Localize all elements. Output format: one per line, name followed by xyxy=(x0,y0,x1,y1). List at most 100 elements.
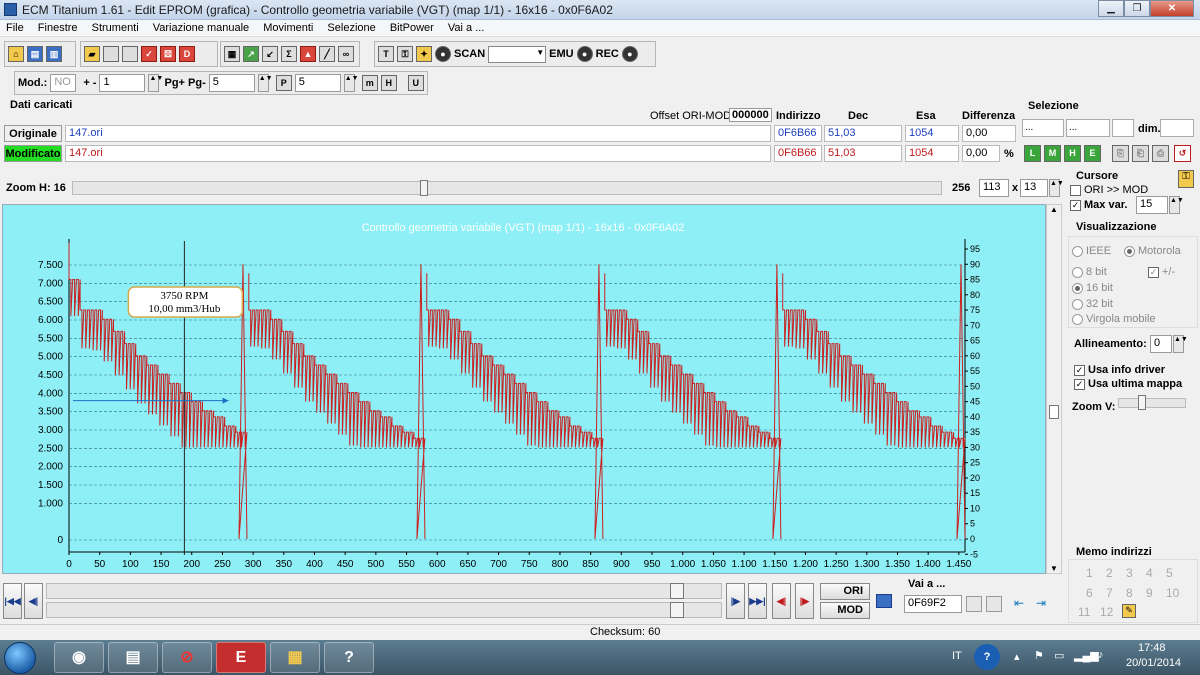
tray-monitor-icon[interactable]: ▭ xyxy=(1054,649,1064,662)
nav-last-icon[interactable]: ▶▶| xyxy=(748,583,767,619)
nav-first-icon[interactable]: |◀◀ xyxy=(3,583,22,619)
selezione-extra-field[interactable] xyxy=(1112,119,1134,137)
driver-icon[interactable]: D xyxy=(179,46,195,62)
p-icon[interactable]: P xyxy=(275,75,292,91)
save-as-icon[interactable] xyxy=(122,46,138,62)
minimize-button[interactable]: ▁ xyxy=(1098,0,1124,17)
selezione-start-field[interactable]: ... xyxy=(1022,119,1064,137)
usa-info-checkbox[interactable]: ✓ xyxy=(1074,365,1085,376)
pg-spinner[interactable]: ▲▼ xyxy=(257,74,273,92)
tray-flag-icon[interactable]: ⚑ xyxy=(1034,649,1044,662)
max-var-spinner[interactable]: ▲▼ xyxy=(1169,196,1184,214)
paste-special-icon[interactable]: ⎙ xyxy=(1152,145,1169,162)
select-h-icon[interactable]: H xyxy=(1064,145,1081,162)
export-icon[interactable]: ↗ xyxy=(243,46,259,62)
select-mid-icon[interactable]: M xyxy=(1044,145,1061,162)
zoom-h-thumb[interactable] xyxy=(420,180,428,196)
tray-volume-icon[interactable]: ♪ xyxy=(1098,649,1104,661)
taskbar-chrome-icon[interactable]: ◉ xyxy=(54,642,104,673)
allineamento-field[interactable]: 0 xyxy=(1150,335,1172,353)
paste-icon[interactable]: ⎗ xyxy=(1132,145,1149,162)
max-var-checkbox[interactable]: ✓ xyxy=(1070,200,1081,211)
select-start-icon[interactable]: L xyxy=(1024,145,1041,162)
modificato-label[interactable]: Modificato xyxy=(4,145,62,162)
dice-icon[interactable]: ⚄ xyxy=(160,46,176,62)
memo-7[interactable]: 7 xyxy=(1106,586,1113,600)
swap-icon[interactable] xyxy=(876,594,892,608)
menu-bitpower[interactable]: BitPower xyxy=(384,20,439,34)
menu-finestre[interactable]: Finestre xyxy=(32,20,83,34)
mod-field[interactable]: NO xyxy=(50,74,77,92)
restore-button[interactable]: ❐ xyxy=(1124,0,1150,17)
nav-hscroll-bottom-thumb[interactable] xyxy=(670,602,684,618)
memo-1[interactable]: 1 xyxy=(1086,566,1093,580)
tray-up-icon[interactable]: ▴ xyxy=(1014,650,1020,663)
emu-label[interactable]: EMU xyxy=(549,48,573,60)
16bit-radio[interactable] xyxy=(1072,283,1083,294)
originale-label[interactable]: Originale xyxy=(4,125,62,142)
memo-11[interactable]: 11 xyxy=(1078,605,1090,619)
memo-6[interactable]: 6 xyxy=(1086,586,1093,600)
save-icon[interactable] xyxy=(103,46,119,62)
nav-hscroll-top[interactable] xyxy=(46,583,722,599)
window-icon[interactable]: ▥ xyxy=(46,46,62,62)
memo-2[interactable]: 2 xyxy=(1106,566,1113,580)
lock-cursor-icon[interactable]: ⚿ xyxy=(1178,170,1194,188)
undo-icon[interactable]: ↺ xyxy=(1174,145,1191,162)
zoom-value2-field[interactable]: 13 xyxy=(1020,179,1048,197)
close-button[interactable]: ✕ xyxy=(1150,0,1194,17)
vgt-chart[interactable]: Controllo geometria variabile (VGT) (map… xyxy=(3,205,1047,575)
nav-prev-icon[interactable]: ◀| xyxy=(24,583,43,619)
copy-icon[interactable]: ⎘ xyxy=(1112,145,1129,162)
goto-marker-right-icon[interactable]: ⇥ xyxy=(1036,596,1052,612)
memo-12[interactable]: 12 xyxy=(1100,605,1113,619)
folder-icon[interactable]: ▰ xyxy=(84,46,100,62)
goto-forward-icon[interactable] xyxy=(986,596,1002,612)
sum-icon[interactable]: Σ xyxy=(281,46,297,62)
h-icon[interactable]: H xyxy=(380,75,397,91)
ori-button[interactable]: ORI xyxy=(820,583,870,600)
max-var-field[interactable]: 15 xyxy=(1136,196,1168,214)
vscroll-down-icon[interactable]: ▼ xyxy=(1050,564,1058,573)
mod-button[interactable]: MOD xyxy=(820,602,870,619)
home-icon[interactable]: ⌂ xyxy=(8,46,24,62)
plusminus-checkbox[interactable]: ✓ xyxy=(1148,267,1159,278)
memo-4[interactable]: 4 xyxy=(1146,566,1153,580)
start-button[interactable] xyxy=(4,642,36,674)
selezione-end-field[interactable]: ... xyxy=(1066,119,1110,137)
select-end-icon[interactable]: E xyxy=(1084,145,1101,162)
rec-label[interactable]: REC xyxy=(596,48,619,60)
vscroll-up-icon[interactable]: ▲ xyxy=(1050,205,1058,214)
vai-a-field[interactable]: 0F69F2 xyxy=(904,595,962,613)
tray-help-icon[interactable]: ? xyxy=(974,644,1000,670)
binoculars-icon[interactable]: ∞ xyxy=(338,46,354,62)
8bit-radio[interactable] xyxy=(1072,267,1083,278)
calculator-icon[interactable]: ▦ xyxy=(224,46,240,62)
zoom-v-track[interactable] xyxy=(1118,398,1186,408)
checklist-icon[interactable]: ✓ xyxy=(141,46,157,62)
taskbar-block-icon[interactable]: ⊘ xyxy=(162,642,212,673)
p-field[interactable]: 5 xyxy=(294,74,341,92)
dim-field[interactable] xyxy=(1160,119,1194,137)
plusminus-spinner[interactable]: ▲▼ xyxy=(148,74,163,92)
memo-8[interactable]: 8 xyxy=(1126,586,1133,600)
record-dot-icon[interactable]: ● xyxy=(435,46,451,62)
pg-field[interactable]: 5 xyxy=(208,74,255,92)
rec-dot-icon[interactable]: ● xyxy=(621,46,638,62)
menu-vai-a[interactable]: Vai a ... xyxy=(442,20,489,34)
chart-vertical-scrollbar[interactable]: ▲ ▼ xyxy=(1046,204,1062,574)
zoom-value-field[interactable]: 113 xyxy=(979,179,1009,197)
motorola-radio[interactable] xyxy=(1124,246,1135,257)
menu-movimenti[interactable]: Movimenti xyxy=(257,20,318,34)
ori-mod-checkbox[interactable] xyxy=(1070,185,1081,196)
memo-3[interactable]: 3 xyxy=(1126,566,1133,580)
nav-next-icon[interactable]: |▶ xyxy=(726,583,745,619)
goto-marker-left-icon[interactable]: ⇤ xyxy=(1014,596,1030,612)
menu-strumenti[interactable]: Strumenti xyxy=(86,20,144,34)
tray-signal-icon[interactable]: ▂▄▆ xyxy=(1074,649,1099,662)
tray-date[interactable]: 20/01/2014 xyxy=(1126,657,1181,669)
memo-9[interactable]: 9 xyxy=(1146,586,1153,600)
32bit-radio[interactable] xyxy=(1072,299,1083,310)
p-spinner[interactable]: ▲▼ xyxy=(343,74,359,92)
import-icon[interactable]: ↙ xyxy=(262,46,278,62)
